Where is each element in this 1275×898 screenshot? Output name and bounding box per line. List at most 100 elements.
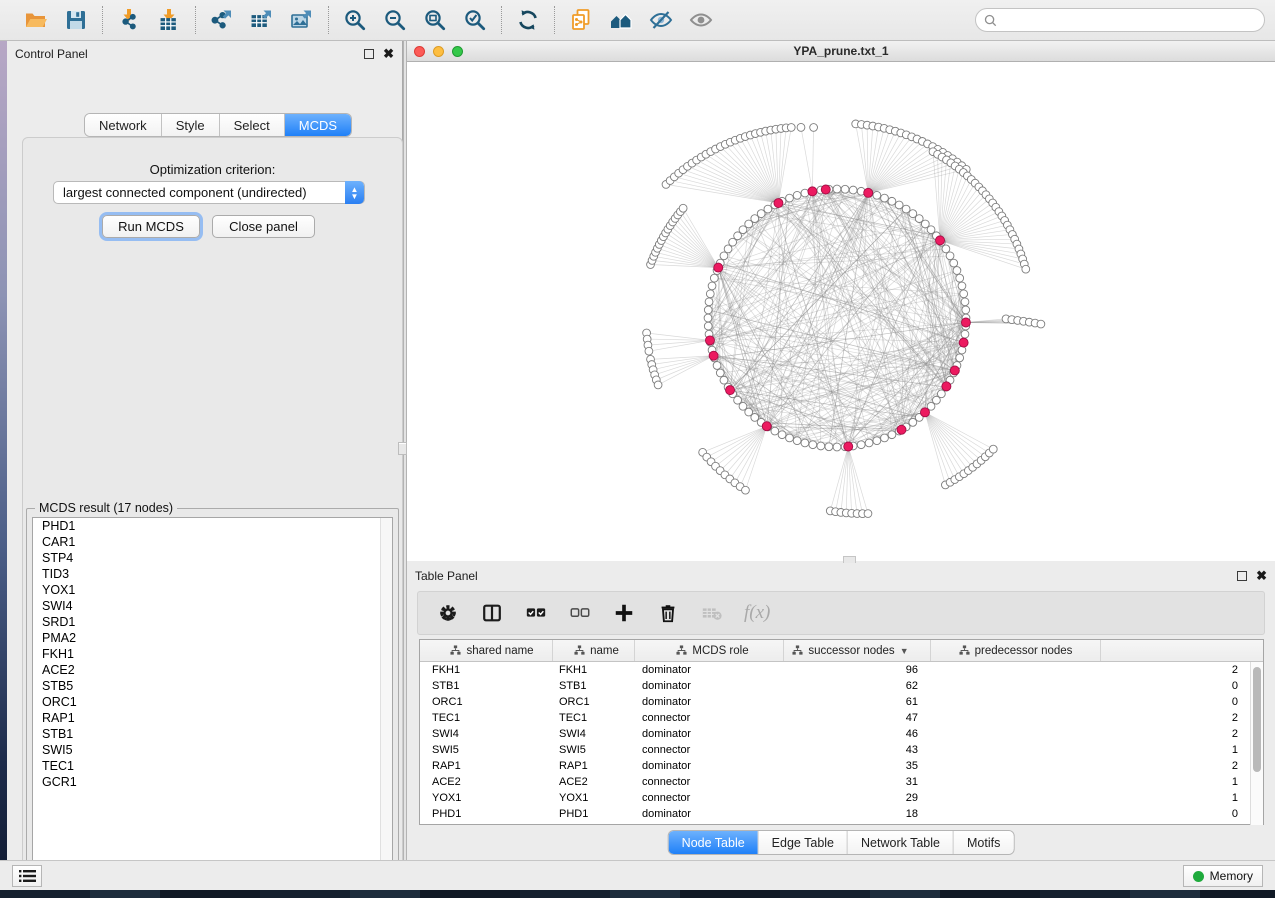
hide-selected-icon[interactable] [648,7,674,33]
mcds-result-item[interactable]: SWI4 [33,598,392,614]
table-cell: connector [635,776,784,788]
import-table-icon[interactable] [156,7,182,33]
search-box[interactable] [975,8,1265,32]
network-window-titlebar[interactable]: YPA_prune.txt_1 [407,41,1275,62]
mcds-result-item[interactable]: SRD1 [33,614,392,630]
memory-button[interactable]: Memory [1183,865,1263,887]
select-all-icon[interactable] [524,600,548,626]
deselect-all-icon[interactable] [568,600,592,626]
mcds-tab-content: Optimization criterion: largest connecte… [22,137,403,885]
float-panel-icon[interactable] [364,49,374,59]
mcds-result-item[interactable]: FKH1 [33,646,392,662]
tab-motifs[interactable]: Motifs [954,831,1013,854]
mcds-result-item[interactable]: SWI5 [33,742,392,758]
dropdown-stepper-icon[interactable]: ▲▼ [345,181,364,204]
table-cell: TEC1 [420,712,553,724]
task-history-button[interactable] [12,865,42,887]
export-table-icon[interactable] [249,7,275,33]
column-header-MCDS-role[interactable]: MCDS role [635,640,784,661]
export-network-icon[interactable] [209,7,235,33]
table-row[interactable]: FKH1FKH1dominator962 [420,662,1263,678]
table-row[interactable]: SWI4SWI4dominator462 [420,726,1263,742]
table-scrollbar-thumb[interactable] [1253,667,1261,772]
table-cell: dominator [635,664,784,676]
table-settings-icon[interactable] [436,600,460,626]
table-scrollbar[interactable] [1250,662,1263,825]
table-cell: TEC1 [553,712,635,724]
table-cell: dominator [635,696,784,708]
table-cell: 61 [784,696,931,708]
mcds-list-scrollbar[interactable] [380,518,392,872]
table-row[interactable]: STB1STB1dominator620 [420,678,1263,694]
zoom-out-icon[interactable] [382,7,408,33]
table-cell: ORC1 [553,696,635,708]
delete-column-icon[interactable] [656,600,680,626]
zoom-in-icon[interactable] [342,7,368,33]
column-header-shared-name[interactable]: shared name [420,640,553,661]
table-cell: PHD1 [420,808,553,820]
table-row[interactable]: ACE2ACE2connector311 [420,774,1263,790]
zoom-selected-icon[interactable] [462,7,488,33]
import-network-icon[interactable] [116,7,142,33]
mcds-result-item[interactable]: ORC1 [33,694,392,710]
tab-network[interactable]: Network [85,114,162,136]
network-graph-canvas[interactable] [407,62,1275,561]
column-header-name[interactable]: name [553,640,635,661]
close-panel-icon[interactable]: ✖ [383,49,394,59]
close-table-panel-icon[interactable]: ✖ [1256,571,1267,581]
column-header-successor-nodes[interactable]: successor nodes▼ [784,640,931,661]
refresh-icon[interactable] [515,7,541,33]
tab-edge-table[interactable]: Edge Table [759,831,848,854]
save-session-icon[interactable] [63,7,89,33]
run-mcds-button[interactable]: Run MCDS [102,215,200,238]
table-row[interactable]: PHD1PHD1dominator180 [420,806,1263,822]
table-cell: 46 [784,728,931,740]
criterion-dropdown[interactable]: largest connected component (undirected)… [53,181,365,204]
mcds-result-item[interactable]: PMA2 [33,630,392,646]
table-row[interactable]: TEC1TEC1connector472 [420,710,1263,726]
add-column-icon[interactable] [612,600,636,626]
table-row[interactable]: RAP1RAP1dominator352 [420,758,1263,774]
duplicate-network-icon[interactable] [568,7,594,33]
tab-mcds[interactable]: MCDS [285,114,351,136]
table-panel: Table Panel ✖ f(x) shared name name MCDS… [407,563,1275,860]
mcds-result-item[interactable]: STB5 [33,678,392,694]
table-row[interactable]: ORC1ORC1dominator610 [420,694,1263,710]
column-visibility-icon[interactable] [480,600,504,626]
table-row[interactable]: YOX1YOX1connector291 [420,790,1263,806]
table-cell: STB1 [420,680,553,692]
mcds-result-item[interactable]: TID3 [33,566,392,582]
window-close-icon[interactable] [414,46,425,57]
tab-node-table[interactable]: Node Table [669,831,759,854]
mcds-result-item[interactable]: RAP1 [33,710,392,726]
table-row[interactable]: SWI5SWI5connector431 [420,742,1263,758]
float-table-panel-icon[interactable] [1237,571,1247,581]
table-cell: 2 [931,664,1263,676]
tab-select[interactable]: Select [220,114,285,136]
home-layout-icon[interactable] [608,7,634,33]
table-cell: STB1 [553,680,635,692]
mcds-result-item[interactable]: GCR1 [33,774,392,790]
window-maximize-icon[interactable] [452,46,463,57]
tab-style[interactable]: Style [162,114,220,136]
mcds-result-item[interactable]: STP4 [33,550,392,566]
vertical-splitter-grip[interactable] [398,442,407,455]
table-cell: 1 [931,792,1263,804]
mcds-result-item[interactable]: STB1 [33,726,392,742]
mcds-result-list[interactable]: PHD1CAR1STP4TID3YOX1SWI4SRD1PMA2FKH1ACE2… [32,517,393,873]
zoom-fit-icon[interactable] [422,7,448,33]
window-minimize-icon[interactable] [433,46,444,57]
show-all-icon[interactable] [688,7,714,33]
mcds-result-item[interactable]: PHD1 [33,518,392,534]
mcds-result-item[interactable]: ACE2 [33,662,392,678]
mcds-result-item[interactable]: TEC1 [33,758,392,774]
mcds-result-item[interactable]: YOX1 [33,582,392,598]
main-toolbar [0,0,1275,41]
export-image-icon[interactable] [289,7,315,33]
open-file-icon[interactable] [23,7,49,33]
tab-network-table[interactable]: Network Table [848,831,954,854]
search-input[interactable] [997,13,1256,27]
mcds-result-item[interactable]: CAR1 [33,534,392,550]
column-header-predecessor-nodes[interactable]: predecessor nodes [931,640,1101,661]
close-panel-button[interactable]: Close panel [212,215,315,238]
